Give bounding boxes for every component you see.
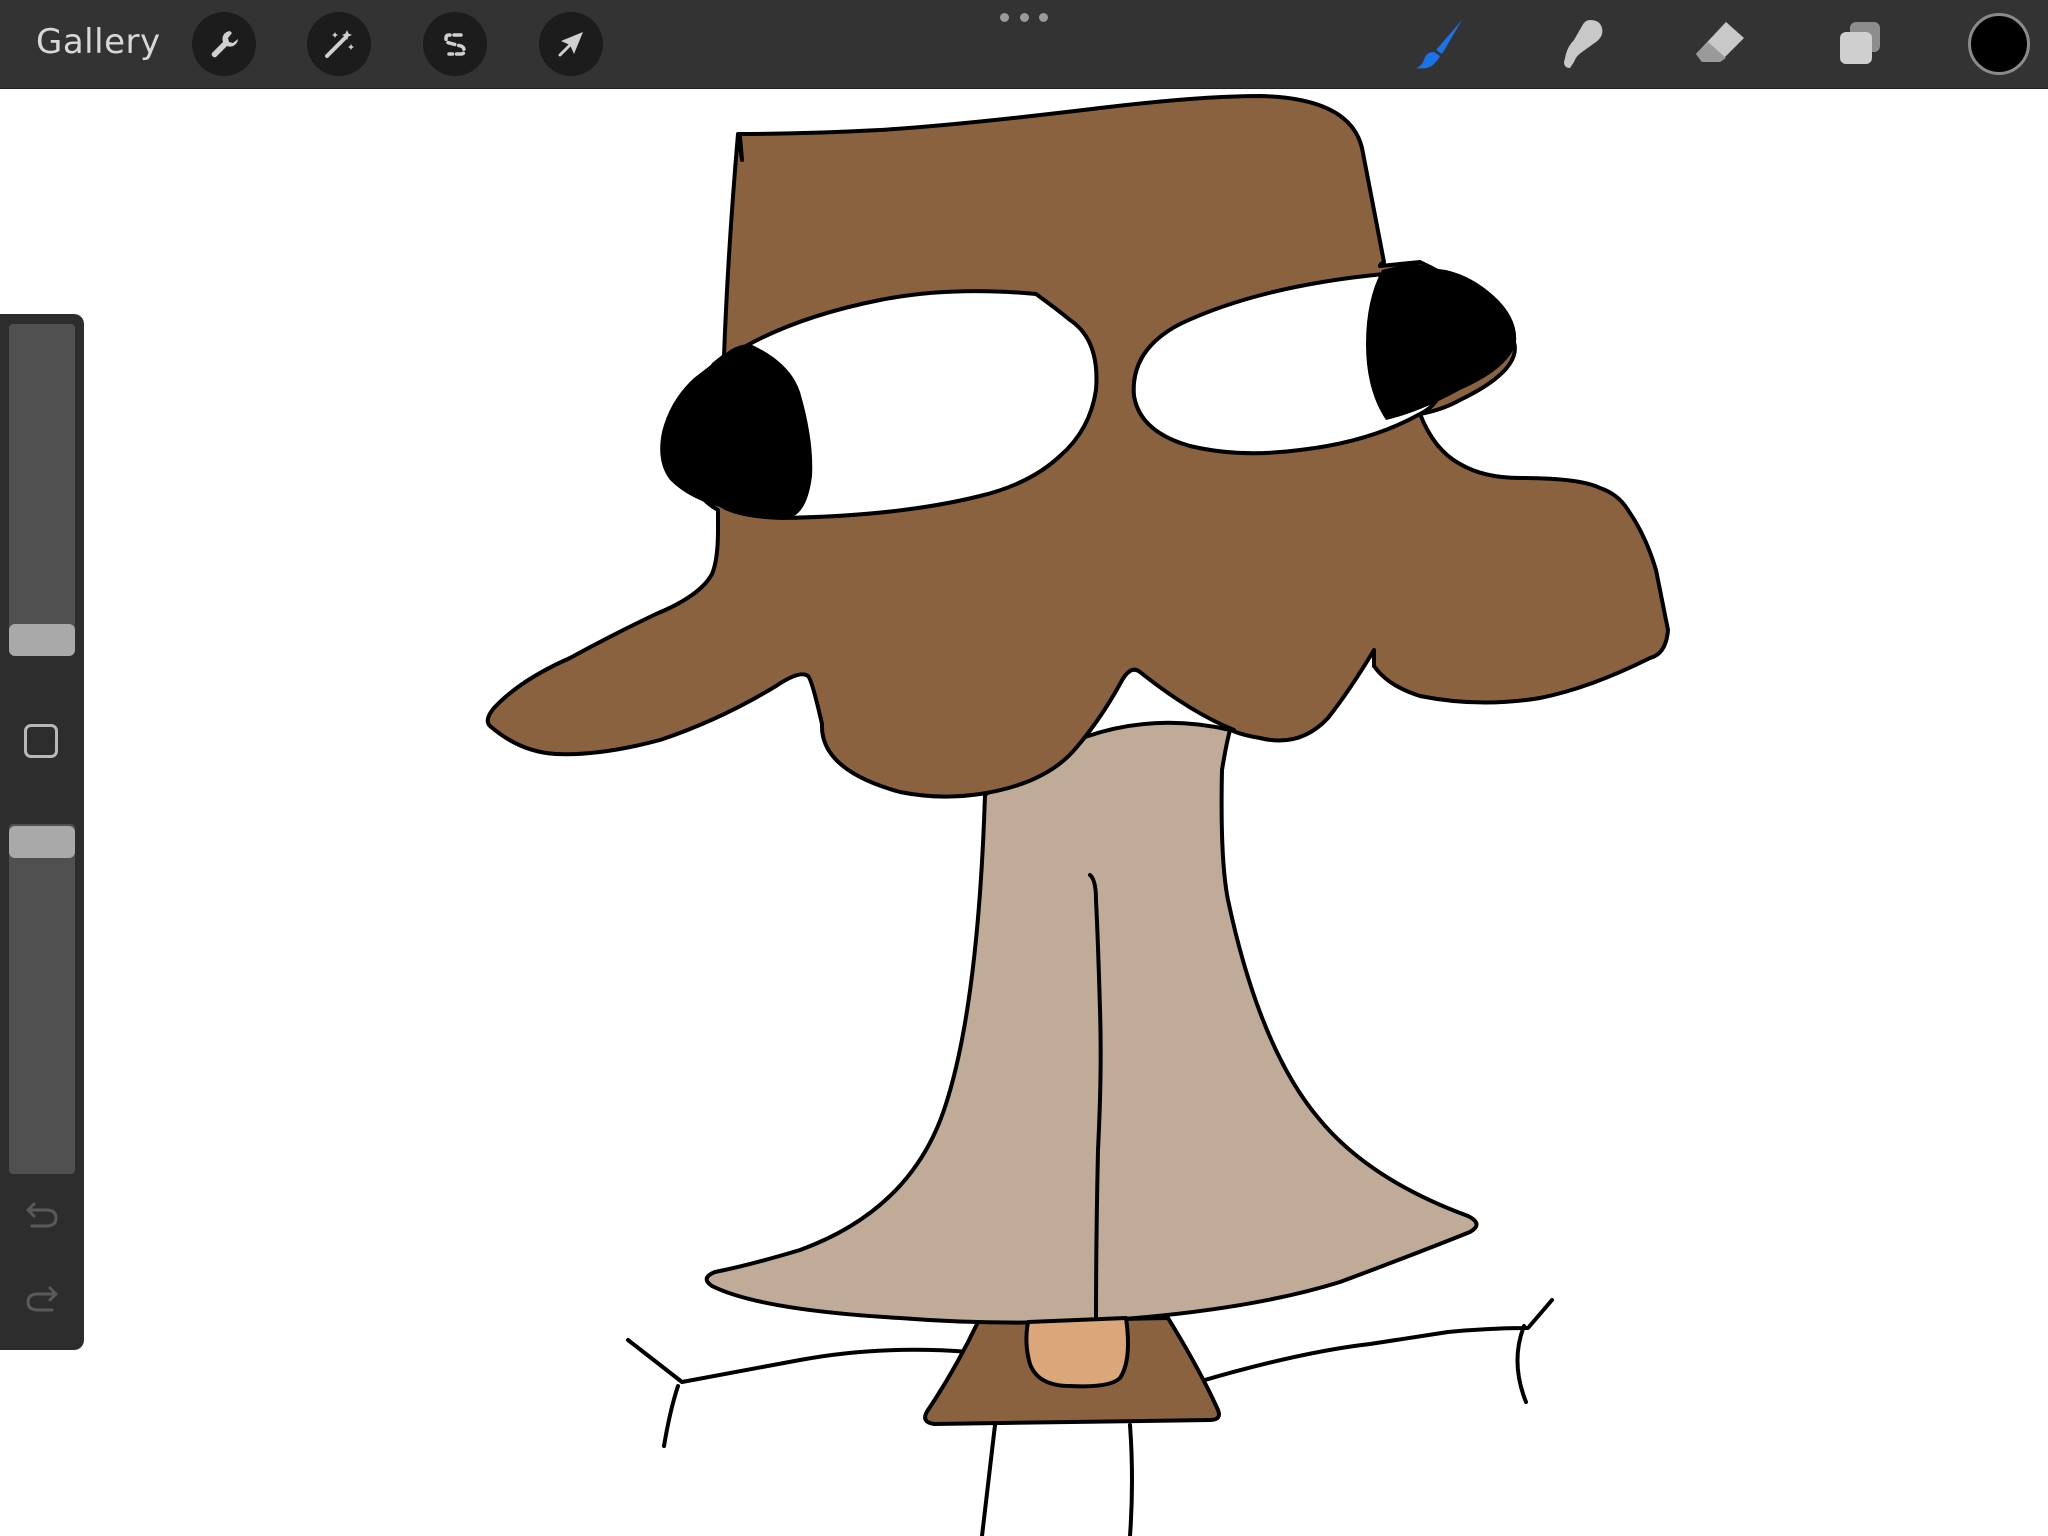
transform-button[interactable] <box>539 12 603 76</box>
layers-button[interactable] <box>1830 14 1890 74</box>
right-arm <box>1196 1298 1554 1404</box>
smudge-finger-icon <box>1564 20 1603 68</box>
eraser-tool-button[interactable] <box>1690 14 1750 74</box>
top-toolbar: Gallery <box>0 0 2048 89</box>
left-arm <box>626 1338 972 1448</box>
gallery-button[interactable]: Gallery <box>36 22 161 62</box>
mushroom-stem <box>704 720 1479 1325</box>
eraser-icon <box>1696 22 1744 62</box>
right-leg <box>1128 1423 1134 1536</box>
arrow-cursor-icon <box>558 32 583 57</box>
selection-s-icon <box>444 33 466 56</box>
magic-wand-icon <box>325 30 354 58</box>
color-swatch[interactable] <box>1968 13 2030 75</box>
more-dots-icon[interactable] <box>1000 13 1048 27</box>
wrench-icon <box>211 31 238 58</box>
adjustments-button[interactable] <box>307 12 371 76</box>
peach-nose <box>1024 1316 1130 1389</box>
smudge-tool-button[interactable] <box>1550 14 1610 74</box>
layers-icon <box>1840 22 1880 64</box>
brush-tool-button[interactable] <box>1410 14 1470 74</box>
brush-icon <box>1416 20 1462 69</box>
actions-button[interactable] <box>192 12 256 76</box>
right-pupil <box>1366 263 1517 420</box>
drawing-canvas[interactable] <box>0 89 2048 1536</box>
left-leg <box>980 1423 997 1536</box>
selection-button[interactable] <box>423 12 487 76</box>
